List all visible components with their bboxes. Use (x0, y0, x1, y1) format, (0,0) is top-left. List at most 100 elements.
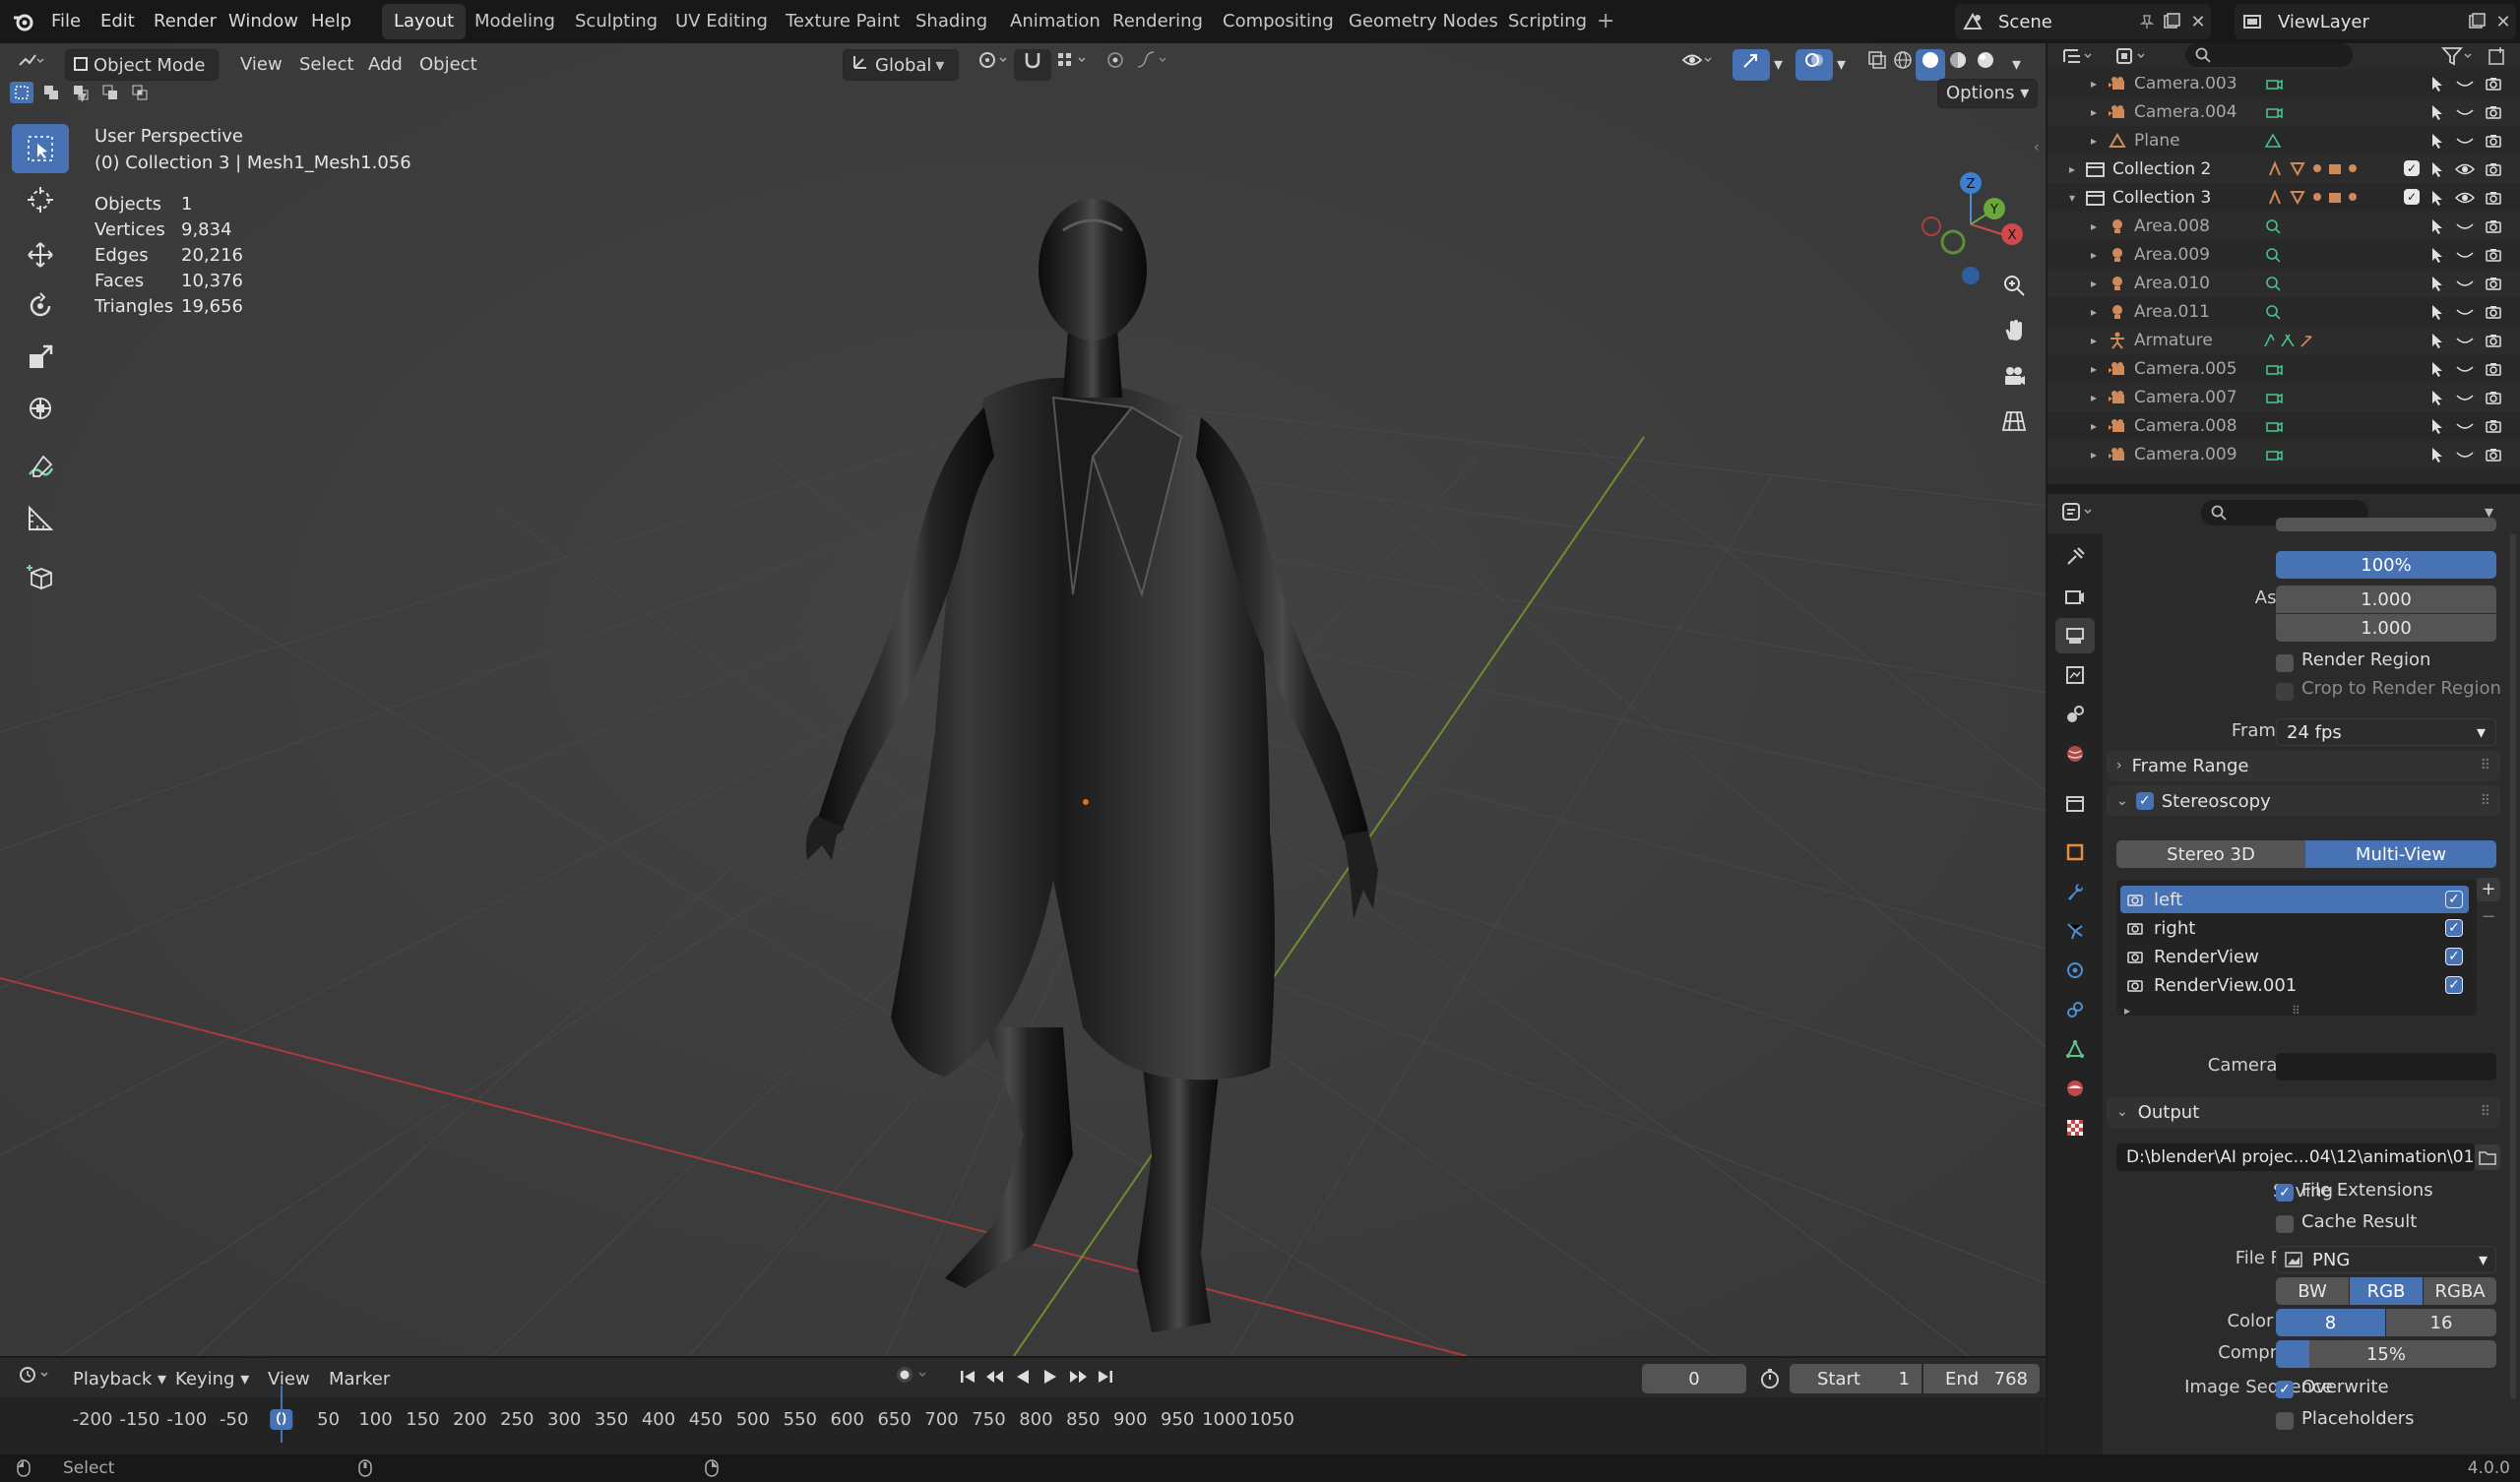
gizmo-toggle[interactable] (1732, 49, 1770, 81)
mesh-data-icon[interactable] (2262, 132, 2284, 150)
close-scene-icon[interactable]: ✕ (2185, 12, 2211, 32)
tab-collection[interactable] (2055, 785, 2095, 821)
view-enabled-checkbox[interactable]: ✓ (2445, 948, 2463, 965)
tab-compositing[interactable]: Compositing (1211, 4, 1346, 39)
tab-output[interactable] (2055, 618, 2095, 653)
overlay-toggle[interactable] (1796, 49, 1833, 81)
tab-rendering[interactable]: Rendering (1101, 4, 1215, 39)
expand-right-icon[interactable]: ▸ (2091, 362, 2097, 376)
tab-scripting[interactable]: Scripting (1496, 4, 1599, 39)
collection-data-icon[interactable] (2264, 188, 2362, 207)
selectable-icon[interactable] (2429, 77, 2445, 92)
selectable-icon[interactable] (2429, 247, 2445, 263)
hide-icon[interactable] (2455, 418, 2475, 434)
menu-keying[interactable]: Keying ▾ (167, 1364, 257, 1395)
crop-region-checkbox[interactable] (2276, 683, 2294, 701)
selectable-icon[interactable] (2429, 104, 2445, 120)
render-camera-icon[interactable] (2485, 247, 2502, 263)
drag-handle-icon[interactable]: ⠿ (2481, 758, 2490, 773)
tab-data[interactable] (2055, 1031, 2095, 1067)
sidebar-toggle-icon[interactable]: ‹ (2034, 140, 2040, 155)
expand-right-icon[interactable]: ▸ (2091, 134, 2097, 148)
render-camera-icon[interactable] (2485, 104, 2502, 120)
view-row[interactable]: RenderView.001 ✓ (2120, 971, 2469, 999)
compression-slider[interactable]: 15% (2276, 1340, 2496, 1368)
tab-shading[interactable]: Shading (904, 4, 999, 39)
views-list[interactable]: left ✓ right ✓ RenderView ✓ RenderView.001 ✓ ▸ … (2116, 880, 2477, 1018)
render-region-checkbox[interactable] (2276, 654, 2294, 672)
selectable-icon[interactable] (2429, 161, 2445, 177)
select-invert-icon[interactable] (98, 82, 122, 103)
hide-icon[interactable] (2455, 447, 2475, 463)
frame-range-panel[interactable]: › Frame Range ⠿ (2107, 750, 2500, 781)
aspect-x-field[interactable]: 1.000 (2276, 586, 2496, 613)
outliner-editor-icon[interactable] (2061, 45, 2097, 67)
expand-right-icon[interactable]: ▸ (2091, 77, 2097, 91)
next-keyframe-icon[interactable] (1067, 1368, 1089, 1386)
visibility-button[interactable] (1673, 49, 1725, 81)
light-data-icon[interactable] (2262, 303, 2284, 321)
exclude-checkbox[interactable]: ✓ (2404, 189, 2420, 205)
render-camera-icon[interactable] (2485, 276, 2502, 291)
frame-rate-dropdown[interactable]: 24 fps ▾ (2276, 718, 2496, 746)
outliner-row[interactable]: ▾ Collection 3 ✓ (2048, 183, 2520, 212)
frame-ruler[interactable]: -200-150-100-500501001502002503003504004… (0, 1386, 2046, 1454)
select-new-icon[interactable] (10, 82, 33, 103)
play-icon[interactable] (1040, 1368, 1061, 1386)
selectable-icon[interactable] (2429, 390, 2445, 405)
multi-view-button[interactable]: Multi-View (2305, 840, 2496, 868)
outliner-search[interactable] (2185, 43, 2353, 67)
properties-scrollbar[interactable] (2510, 533, 2516, 1399)
stereoscopy-checkbox[interactable]: ✓ (2135, 792, 2154, 810)
menu-render[interactable]: Render (154, 6, 217, 37)
selectable-icon[interactable] (2429, 304, 2445, 320)
cache-result-checkbox[interactable] (2276, 1215, 2294, 1233)
camera-suffix-field[interactable] (2276, 1053, 2496, 1081)
snap-target-button[interactable] (1047, 49, 1099, 81)
view-enabled-checkbox[interactable]: ✓ (2445, 976, 2463, 994)
playhead-line[interactable] (280, 1386, 283, 1443)
ortho-toggle-button[interactable] (1994, 401, 2034, 441)
armature-data-icon[interactable] (2262, 332, 2321, 349)
render-camera-icon[interactable] (2485, 390, 2502, 405)
tab-geometry-nodes[interactable]: Geometry Nodes (1337, 4, 1510, 39)
3d-viewport[interactable]: Object Mode▾ View Select Add Object Glob… (0, 43, 2046, 1356)
light-data-icon[interactable] (2262, 246, 2284, 264)
render-camera-icon[interactable] (2485, 447, 2502, 463)
camera-data-icon[interactable] (2262, 103, 2284, 121)
menu-playback[interactable]: Playback ▾ (65, 1364, 174, 1395)
tab-tool[interactable] (2055, 539, 2095, 575)
falloff-button[interactable] (1128, 49, 1179, 81)
pin-icon[interactable] (2136, 14, 2158, 30)
view-enabled-checkbox[interactable]: ✓ (2445, 891, 2463, 908)
tab-animation[interactable]: Animation (998, 4, 1112, 39)
menu-help[interactable]: Help (311, 6, 351, 37)
eye-icon[interactable] (2455, 190, 2475, 206)
current-frame-field[interactable]: 0 (1642, 1364, 1746, 1393)
zoom-button[interactable] (1994, 266, 2034, 305)
rendered-shading-button[interactable] (1971, 49, 2000, 81)
camera-data-icon[interactable] (2262, 417, 2284, 435)
outliner[interactable]: ▸ Camera.003 ▸ Camera.004 ▸ Plane ▸ Collection … (2048, 43, 2520, 492)
view-enabled-checkbox[interactable]: ✓ (2445, 919, 2463, 937)
outliner-row[interactable]: ▸ Camera.005 (2048, 354, 2520, 383)
select-intersect-icon[interactable] (128, 82, 152, 103)
remove-view-button[interactable]: − (2477, 907, 2500, 931)
transform-orientation-dropdown[interactable]: Global ▾ (843, 49, 959, 81)
color-depth-16-button[interactable]: 16 (2386, 1309, 2496, 1336)
snap-toggle[interactable] (1014, 49, 1051, 81)
prev-keyframe-icon[interactable] (984, 1368, 1006, 1386)
expand-right-icon[interactable]: ▸ (2091, 277, 2097, 290)
tool-transform[interactable] (12, 384, 69, 433)
expand-right-icon[interactable]: ▸ (2091, 248, 2097, 262)
view-row[interactable]: right ✓ (2120, 914, 2469, 942)
tab-modifiers[interactable] (2055, 874, 2095, 909)
editor-type-button[interactable] (8, 49, 53, 81)
properties-editor-icon[interactable] (2061, 500, 2097, 524)
view-row[interactable]: RenderView ✓ (2120, 943, 2469, 970)
selectable-icon[interactable] (2429, 190, 2445, 206)
new-view-layer-icon[interactable] (2463, 13, 2490, 31)
expand-right-icon[interactable]: ▸ (2091, 419, 2097, 433)
jump-end-icon[interactable] (1095, 1368, 1116, 1386)
tool-cursor[interactable] (12, 175, 69, 224)
